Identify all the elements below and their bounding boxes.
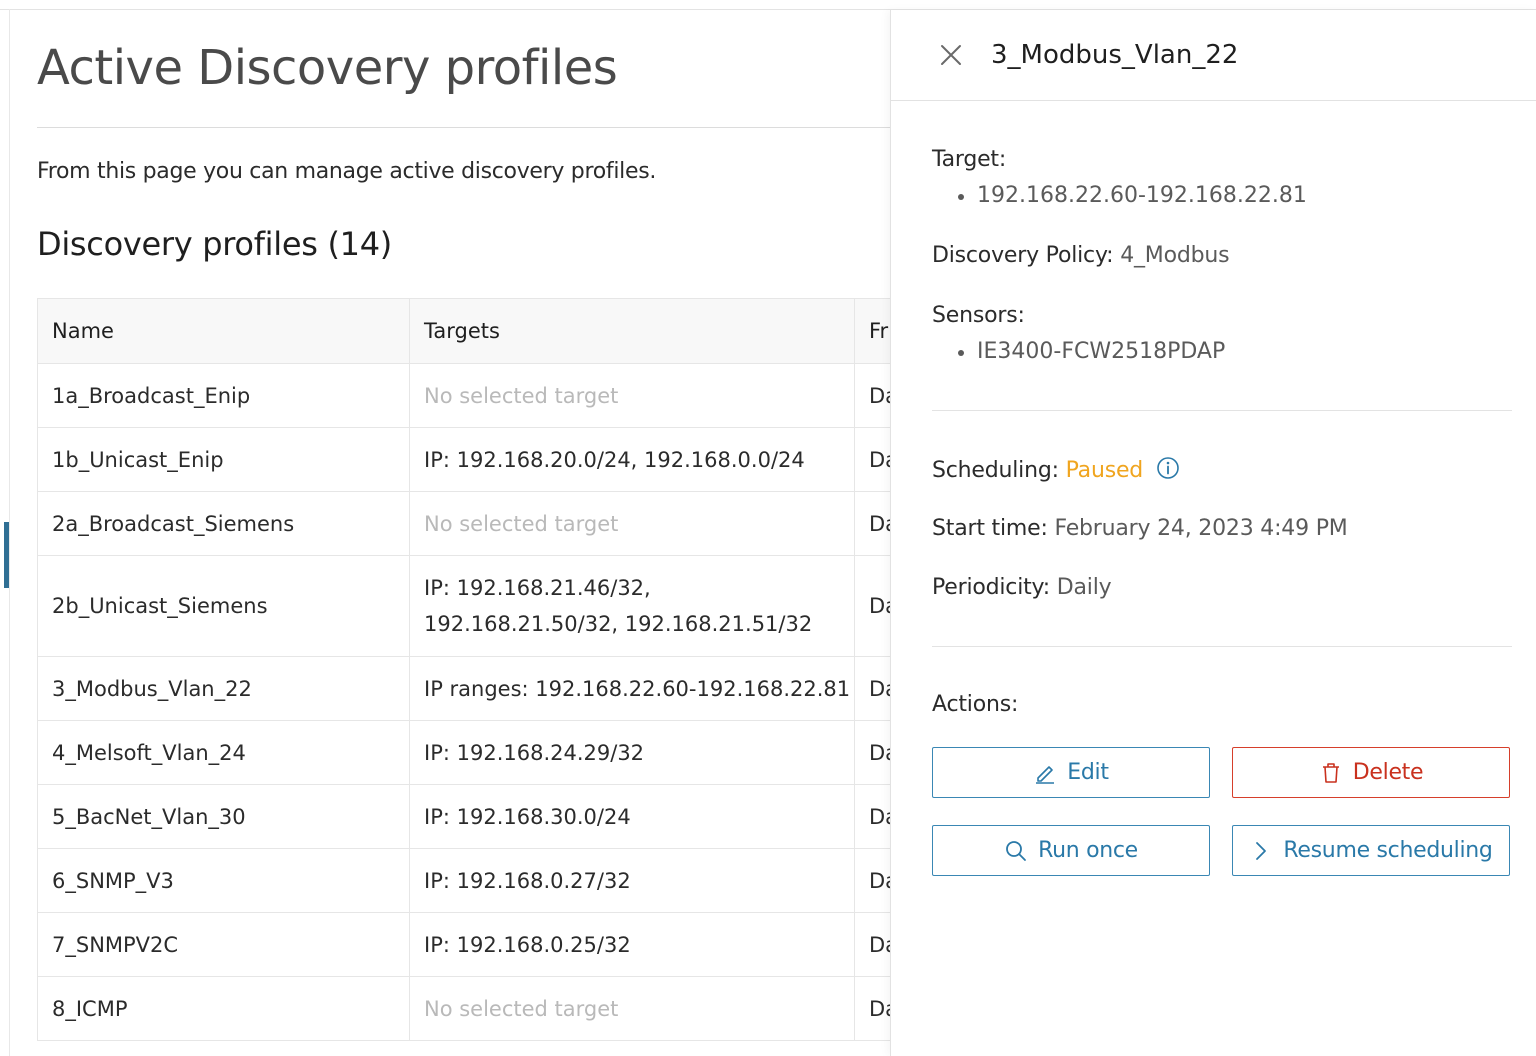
cell-frequency: Da xyxy=(854,848,890,913)
start-time-label: Start time: xyxy=(932,516,1048,541)
cell-frequency: Da xyxy=(854,491,890,556)
cell-targets: IP: 192.168.21.46/32, 192.168.21.50/32, … xyxy=(409,555,855,657)
page-title: Active Discovery profiles xyxy=(37,40,618,96)
edit-button[interactable]: Edit xyxy=(932,747,1210,798)
table-row[interactable]: 1a_Broadcast_Enip No selected target Da xyxy=(37,363,890,428)
column-header-name[interactable]: Name xyxy=(37,298,410,364)
target-list-item: 192.168.22.60-192.168.22.81 xyxy=(958,183,1307,208)
cell-name: 1b_Unicast_Enip xyxy=(37,427,410,492)
cell-targets: IP: 192.168.30.0/24 xyxy=(409,784,855,849)
cell-frequency: Da xyxy=(854,784,890,849)
scheduling-field: Scheduling: Paused xyxy=(932,456,1180,483)
cell-targets: No selected target xyxy=(409,976,855,1041)
table-row[interactable]: 1b_Unicast_Enip IP: 192.168.20.0/24, 192… xyxy=(37,427,890,492)
panel-title: 3_Modbus_Vlan_22 xyxy=(991,40,1239,70)
cell-name: 5_BacNet_Vlan_30 xyxy=(37,784,410,849)
cell-frequency: Da xyxy=(854,427,890,492)
cell-targets: IP: 192.168.0.25/32 xyxy=(409,912,855,977)
cell-name: 7_SNMPV2C xyxy=(37,912,410,977)
cell-name: 1a_Broadcast_Enip xyxy=(37,363,410,428)
cell-frequency: Da xyxy=(854,363,890,428)
resume-scheduling-button-label: Resume scheduling xyxy=(1283,838,1493,863)
cell-targets: IP: 192.168.24.29/32 xyxy=(409,720,855,785)
scheduling-label: Scheduling: xyxy=(932,458,1059,483)
table-row[interactable]: 7_SNMPV2C IP: 192.168.0.25/32 Da xyxy=(37,912,890,977)
discovery-policy-field: Discovery Policy: 4_Modbus xyxy=(932,243,1230,268)
sensor-list-item: IE3400-FCW2518PDAP xyxy=(957,339,1226,364)
cell-targets: No selected target xyxy=(409,491,855,556)
table-row[interactable]: 5_BacNet_Vlan_30 IP: 192.168.30.0/24 Da xyxy=(37,784,890,849)
table-row[interactable]: 2a_Broadcast_Siemens No selected target … xyxy=(37,491,890,556)
close-button[interactable] xyxy=(939,43,963,67)
scheduling-status: Paused xyxy=(1065,458,1144,483)
chevron-right-icon xyxy=(1256,841,1267,860)
cell-targets: IP: 192.168.20.0/24, 192.168.0.0/24 xyxy=(409,427,855,492)
run-once-button-label: Run once xyxy=(1038,838,1138,863)
cell-name: 3_Modbus_Vlan_22 xyxy=(37,656,410,721)
trash-icon xyxy=(1322,762,1339,783)
table-row[interactable]: 4_Melsoft_Vlan_24 IP: 192.168.24.29/32 D… xyxy=(37,720,890,785)
start-time-value: February 24, 2023 4:49 PM xyxy=(1054,516,1348,541)
table-row[interactable]: 2b_Unicast_Siemens IP: 192.168.21.46/32,… xyxy=(37,555,890,657)
table-header-row: Name Targets Fr xyxy=(37,298,890,364)
cell-name: 2a_Broadcast_Siemens xyxy=(37,491,410,556)
cell-name: 2b_Unicast_Siemens xyxy=(37,555,410,657)
discovery-policy-value: 4_Modbus xyxy=(1120,243,1230,268)
cell-name: 4_Melsoft_Vlan_24 xyxy=(37,720,410,785)
periodicity-value: Daily xyxy=(1056,575,1112,600)
cell-targets: No selected target xyxy=(409,363,855,428)
panel-divider xyxy=(932,646,1512,647)
cell-frequency: Da xyxy=(854,976,890,1041)
run-once-button[interactable]: Run once xyxy=(932,825,1210,876)
cell-frequency: Da xyxy=(854,912,890,977)
cell-frequency: Da xyxy=(854,720,890,785)
resume-scheduling-button[interactable]: Resume scheduling xyxy=(1232,825,1510,876)
column-header-frequency[interactable]: Fr xyxy=(854,298,890,364)
close-icon xyxy=(941,45,961,65)
target-label: Target: xyxy=(932,147,1007,172)
panel-divider xyxy=(932,410,1512,411)
column-header-targets[interactable]: Targets xyxy=(409,298,855,364)
page-description: From this page you can manage active dis… xyxy=(37,159,657,184)
actions-label: Actions: xyxy=(932,692,1019,717)
delete-button-label: Delete xyxy=(1352,760,1424,785)
cell-frequency: Da xyxy=(854,555,890,657)
table-row[interactable]: 8_ICMP No selected target Da xyxy=(37,976,890,1041)
section-title: Discovery profiles (14) xyxy=(37,225,392,263)
sensors-label: Sensors: xyxy=(932,303,1025,328)
edit-button-label: Edit xyxy=(1067,760,1109,785)
info-icon[interactable] xyxy=(1156,456,1180,480)
cell-targets: IP ranges: 192.168.22.60-192.168.22.81 xyxy=(409,656,855,721)
profile-detail-panel: 3_Modbus_Vlan_22 Target: 192.168.22.60-1… xyxy=(890,10,1536,1056)
left-nav-active-indicator xyxy=(4,522,9,588)
title-divider xyxy=(37,127,890,128)
cell-targets: IP: 192.168.0.27/32 xyxy=(409,848,855,913)
panel-header: 3_Modbus_Vlan_22 xyxy=(891,10,1536,101)
cell-frequency: Da xyxy=(854,656,890,721)
delete-button[interactable]: Delete xyxy=(1232,747,1510,798)
periodicity-field: Periodicity: Daily xyxy=(932,575,1112,600)
start-time-field: Start time: February 24, 2023 4:49 PM xyxy=(932,516,1348,541)
main-content: Active Discovery profiles From this page… xyxy=(10,10,890,1056)
discovery-profiles-table: Name Targets Fr 1a_Broadcast_Enip No sel… xyxy=(37,298,890,1041)
periodicity-label: Periodicity: xyxy=(932,575,1050,600)
cell-name: 8_ICMP xyxy=(37,976,410,1041)
discovery-policy-label: Discovery Policy: xyxy=(932,243,1114,268)
table-row[interactable]: 6_SNMP_V3 IP: 192.168.0.27/32 Da xyxy=(37,848,890,913)
table-row-selected[interactable]: 3_Modbus_Vlan_22 IP ranges: 192.168.22.6… xyxy=(37,656,890,721)
pencil-icon xyxy=(1036,765,1055,784)
search-icon xyxy=(1006,840,1026,861)
cell-name: 6_SNMP_V3 xyxy=(37,848,410,913)
